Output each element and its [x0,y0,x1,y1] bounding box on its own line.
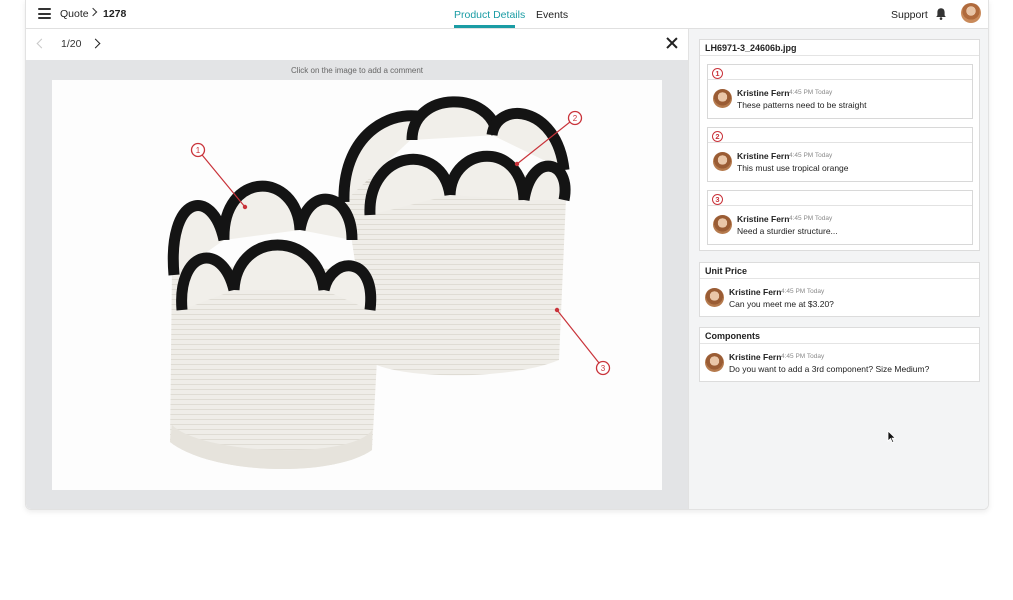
comment-thread[interactable]: 3 Kristine Fern 4:45 PM Today Need a stu… [707,190,973,245]
avatar [705,353,724,372]
tab-product-details[interactable]: Product Details [454,9,525,21]
comment-author: Kristine Fern [729,287,782,297]
next-image-icon[interactable] [90,38,101,49]
avatar [713,89,732,108]
components-card[interactable]: Components Kristine Fern 4:45 PM Today D… [699,327,980,382]
thread-number-badge: 2 [712,131,723,142]
marker-1-label[interactable]: 1 [196,146,201,155]
active-tab-indicator [454,25,515,28]
comment-text: These patterns need to be straight [737,100,867,110]
comment-time: 4:45 PM Today [789,152,833,159]
basket-illustration: 1 2 3 [167,96,611,470]
page-counter: 1/20 [61,38,82,50]
comment-author: Kristine Fern [737,151,790,161]
marker-2-label[interactable]: 2 [573,114,578,123]
viewer-toolbar: 1/20 [26,29,688,60]
thread-number-badge: 3 [712,194,723,205]
app-window: Quote 1278 Product Details Events Suppor… [25,0,989,510]
avatar [713,215,732,234]
image-viewer: 1/20 Click on the image to add a comment [26,29,688,509]
chevron-right-icon [88,7,98,17]
support-link[interactable]: Support [891,9,928,21]
breadcrumb-quote[interactable]: Quote [60,8,89,20]
product-photo[interactable]: 1 2 3 [52,80,662,490]
close-icon[interactable] [666,37,678,49]
thread-number-badge: 1 [712,68,723,79]
comments-panel: LH6971-3_24606b.jpg 1 Kristine Fern 4:45… [688,29,988,509]
comment-text: Need a sturdier structure... [737,226,838,236]
comment-thread[interactable]: 2 Kristine Fern 4:45 PM Today This must … [707,127,973,182]
comment-text: Do you want to add a 3rd component? Size… [729,364,930,374]
comment-author: Kristine Fern [737,88,790,98]
comment-time: 4:45 PM Today [789,89,833,96]
user-avatar[interactable] [961,3,981,23]
comment-thread[interactable]: 1 Kristine Fern 4:45 PM Today These patt… [707,64,973,119]
add-comment-hint: Click on the image to add a comment [290,66,424,75]
avatar [705,288,724,307]
image-canvas: Click on the image to add a comment 1 2 … [26,60,688,509]
marker-3-label[interactable]: 3 [601,364,606,373]
unit-price-card[interactable]: Unit Price Kristine Fern 4:45 PM Today C… [699,262,980,317]
top-bar: Quote 1278 Product Details Events Suppor… [26,0,988,29]
notification-bell-icon[interactable] [934,7,948,21]
previous-image-icon[interactable] [36,38,47,49]
breadcrumb-quote-id: 1278 [103,8,127,20]
comment-time: 4:45 PM Today [781,288,825,295]
card-title: Unit Price [700,263,979,279]
comment-text: Can you meet me at $3.20? [729,299,834,309]
menu-icon[interactable] [38,8,51,19]
image-comments-card: LH6971-3_24606b.jpg 1 Kristine Fern 4:45… [699,39,980,251]
card-title: Components [700,328,979,344]
mouse-cursor-icon [887,430,897,444]
comment-time: 4:45 PM Today [781,353,825,360]
comment-author: Kristine Fern [737,214,790,224]
comment-time: 4:45 PM Today [789,215,833,222]
comment-text: This must use tropical orange [737,163,849,173]
avatar [713,152,732,171]
tab-events[interactable]: Events [536,9,568,21]
comment-author: Kristine Fern [729,352,782,362]
file-name: LH6971-3_24606b.jpg [700,40,979,56]
